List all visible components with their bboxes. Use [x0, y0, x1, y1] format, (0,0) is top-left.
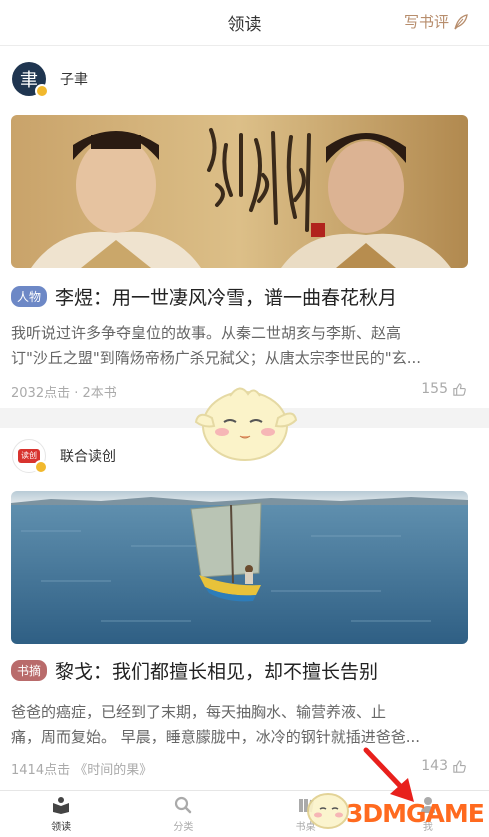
tab-label: 分类 [173, 822, 194, 833]
cover-photo-boat-on-lake [11, 491, 468, 644]
category-tag: 人物 [11, 286, 48, 307]
cover-image[interactable] [11, 491, 468, 644]
summary-line: 我听说过许多争夺皇位的故事。从秦二世胡亥与李斯、赵高 [11, 324, 402, 342]
like-button[interactable]: 155 [421, 381, 467, 397]
mascot-chick-icon [194, 387, 298, 461]
author-row[interactable]: 读创 联合读创 [12, 439, 116, 474]
summary-line: 爸爸的癌症，已经到了末期，每天抽胸水、输营养液、止 [11, 703, 387, 721]
cover-photo-drama-stills [11, 115, 468, 268]
article-meta: 2032点击 · 2本书 [11, 386, 117, 401]
article-title[interactable]: 黎戈：我们都擅长相见，却不擅长告别 [55, 657, 378, 684]
book-reading-icon [53, 797, 70, 814]
verified-badge-icon [34, 460, 48, 474]
article-summary: 我听说过许多争夺皇位的故事。从秦二世胡亥与李斯、赵高 订"沙丘之盟"到隋炀帝杨广… [11, 321, 471, 371]
top-bar: 领读 写书评 [0, 0, 489, 46]
like-count: 155 [421, 381, 448, 397]
cover-image[interactable] [11, 115, 468, 268]
like-count: 143 [421, 758, 448, 774]
author-name[interactable]: 子聿 [60, 69, 88, 89]
thumbs-up-icon [453, 759, 466, 773]
avatar[interactable]: 读创 [12, 439, 48, 474]
category-tag: 书摘 [11, 660, 48, 681]
tab-label: 领读 [51, 822, 72, 833]
article-title[interactable]: 李煜：用一世凄风冷雪，谱一曲春花秋月 [55, 283, 397, 310]
thumbs-up-icon [453, 382, 466, 396]
tab-category[interactable]: 分类 [122, 791, 244, 837]
like-button[interactable]: 143 [421, 758, 467, 774]
avatar[interactable]: 聿 [12, 62, 49, 98]
watermark-text: 3DMGAME [346, 799, 485, 828]
article-card[interactable]: 聿 子聿 人物 李煜：用一世凄风冷雪，谱一曲春花秋月 我听说过许多争夺皇位的故事… [0, 47, 489, 408]
search-icon [175, 796, 192, 814]
write-review-button[interactable]: 写书评 [404, 11, 469, 32]
article-headline[interactable]: 书摘 黎戈：我们都擅长相见，却不擅长告别 [11, 657, 477, 684]
summary-line: 订"沙丘之盟"到隋炀帝杨广杀兄弑父；从唐太宗李世民的"玄... [11, 349, 422, 367]
article-card[interactable]: 读创 联合读创 书摘 黎戈：我们都擅长相见，却不擅长告别 爸爸的癌症，已经到了末… [0, 428, 489, 788]
tab-reading[interactable]: 领读 [0, 791, 122, 837]
article-meta: 1414点击 《时间的果》 [11, 763, 153, 778]
write-review-label: 写书评 [403, 13, 449, 31]
article-headline[interactable]: 人物 李煜：用一世凄风冷雪，谱一曲春花秋月 [11, 283, 477, 310]
author-name[interactable]: 联合读创 [60, 446, 116, 466]
feather-pen-icon [454, 13, 468, 29]
verified-badge-icon [35, 84, 49, 98]
author-row[interactable]: 聿 子聿 [12, 62, 88, 98]
article-summary: 爸爸的癌症，已经到了末期，每天抽胸水、输营养液、止 痛，周而复始。 早晨，睡意朦… [11, 700, 471, 750]
